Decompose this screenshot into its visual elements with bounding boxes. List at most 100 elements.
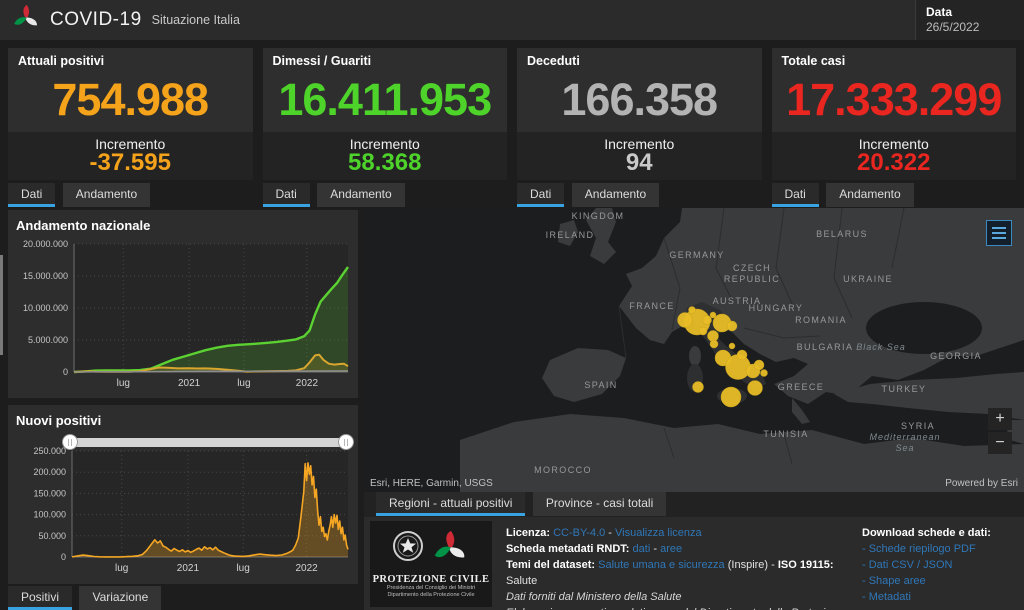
tab-regioni-attuali-positivi[interactable]: Regioni - attuali positivi — [376, 492, 526, 516]
protezione-civile-logo-block: PROTEZIONE CIVILE Presidenza del Consigl… — [370, 521, 492, 607]
metadata-dati-link[interactable]: dati — [633, 543, 651, 555]
theme-label: Temi del dataset: — [506, 559, 596, 571]
x-tick-label: lug — [117, 378, 130, 389]
card-value: 166.358 — [561, 74, 718, 125]
tab-andamento-totale[interactable]: Andamento — [826, 183, 914, 207]
europe-map[interactable]: KINGDOM IRELAND GERMANY CZECH REPUBLIC BELARU… — [364, 208, 1024, 492]
card-title: Attuali positivi — [18, 54, 105, 68]
y-tick-label: 200.000 — [33, 467, 66, 477]
map-zoom-in-button[interactable]: + — [988, 408, 1012, 430]
metadata-aree-link[interactable]: aree — [660, 543, 682, 555]
legend-button[interactable] — [986, 220, 1012, 246]
esri-credit: Powered by Esri — [945, 478, 1018, 489]
card-title: Deceduti — [527, 54, 580, 68]
x-tick-label: 2021 — [178, 378, 201, 389]
card-title: Dimessi / Guariti — [272, 54, 372, 68]
y-tick-label: 100.000 — [33, 510, 66, 520]
region-bubble[interactable] — [702, 315, 712, 325]
card-deceduti: Deceduti 166.358 Incremento 94 — [517, 48, 762, 180]
x-tick-label: lug — [236, 563, 249, 574]
scrollbar-thumb[interactable] — [0, 255, 3, 355]
header-bar: COVID-19 Situazione Italia Data 26/5/202… — [0, 0, 1024, 40]
region-bubble[interactable] — [720, 386, 742, 408]
italy-emblem-icon — [393, 531, 423, 561]
region-bubble[interactable] — [760, 369, 768, 377]
download-metadati-link[interactable]: - Metadati — [862, 589, 1020, 605]
download-title: Download schede e dati: — [862, 527, 991, 539]
download-shape-link[interactable]: - Shape aree — [862, 573, 1020, 589]
nuovi-positivi-chart[interactable]: 0 50.000 100.000 150.000 200.000 250.000 lug 20… — [10, 433, 356, 583]
region-bubble[interactable] — [726, 320, 738, 332]
y-tick-label: 0 — [61, 552, 66, 562]
footer-logos — [393, 531, 465, 561]
tab-dati-attuali[interactable]: Dati — [8, 183, 56, 207]
region-bubble[interactable] — [709, 311, 717, 319]
legend-list-icon — [992, 227, 1006, 239]
slider-handle-left[interactable] — [62, 434, 78, 450]
increment-value: -37.595 — [89, 149, 171, 176]
region-bubble[interactable] — [688, 306, 696, 314]
tab-dati-guariti[interactable]: Dati — [262, 183, 310, 207]
region-bubble[interactable] — [709, 339, 719, 349]
org-name: PROTEZIONE CIVILE — [372, 574, 490, 585]
region-bubble[interactable] — [753, 359, 765, 371]
org-sub2: Dipartimento della Protezione Civile — [387, 592, 475, 598]
tab-province-casi-totali[interactable]: Province - casi totali — [532, 492, 667, 516]
dashboard: COVID-19 Situazione Italia Data 26/5/202… — [0, 0, 1024, 610]
andamento-nazionale-chart[interactable]: 0 5.000.000 10.000.000 15.000.000 20.000.000… — [10, 234, 356, 396]
x-tick-label: 2022 — [295, 563, 318, 574]
card-value: 754.988 — [52, 74, 209, 125]
panel-nuovi-positivi: Nuovi positivi 0 50.000 100.000 150.000 200.… — [8, 405, 358, 584]
time-range-slider[interactable] — [62, 434, 354, 450]
region-bubble[interactable] — [677, 312, 693, 328]
region-bubble[interactable] — [736, 349, 748, 361]
license-label: Licenza: — [506, 527, 551, 539]
x-tick-label: lug — [237, 378, 250, 389]
date-value: 26/5/2022 — [926, 20, 980, 34]
map-tab-row: Regioni - attuali positivi Province - ca… — [364, 492, 1024, 517]
tab-andamento-attuali[interactable]: Andamento — [62, 183, 151, 207]
tab-andamento-deceduti[interactable]: Andamento — [571, 183, 660, 207]
tab-positivi[interactable]: Positivi — [8, 586, 73, 610]
x-tick-label: 2022 — [296, 378, 319, 389]
tab-andamento-guariti[interactable]: Andamento — [317, 183, 405, 207]
protezione-civile-icon — [434, 531, 465, 558]
theme-link[interactable]: Salute umana e sicurezza — [598, 559, 725, 571]
region-bubble[interactable] — [692, 381, 704, 393]
region-bubble[interactable] — [747, 380, 763, 396]
region-bubble[interactable] — [698, 326, 708, 336]
y-tick-label: 10.000.000 — [23, 303, 68, 313]
downloads: Download schede e dati: - Schede riepilo… — [856, 517, 1024, 610]
download-csv-json-link[interactable]: - Dati CSV / JSON — [862, 557, 1020, 573]
map-zoom-out-button[interactable]: − — [988, 432, 1012, 454]
increment-value: 20.322 — [857, 149, 931, 176]
map-attribution: Esri, HERE, Garmin, USGS — [370, 478, 493, 489]
download-pdf-link[interactable]: - Schede riepilogo PDF — [862, 541, 1020, 557]
license-view-link[interactable]: Visualizza licenza — [615, 527, 702, 539]
y-tick-label: 15.000.000 — [23, 271, 68, 281]
tab-dati-totale[interactable]: Dati — [771, 183, 819, 207]
license-link[interactable]: CC-BY-4.0 — [553, 527, 605, 539]
y-tick-label: 50.000 — [38, 531, 66, 541]
source-line: Dati forniti dal Ministero della Salute — [506, 591, 682, 603]
org-sub1: Presidenza del Consiglio dei Ministri — [386, 585, 476, 591]
land-corsica — [689, 346, 701, 366]
region-bubble[interactable] — [707, 330, 719, 342]
x-tick-label: lug — [115, 563, 128, 574]
map-canvas — [364, 208, 1024, 492]
region-bubble[interactable] — [728, 342, 736, 350]
metadata-label: Scheda metadati RNDT: — [506, 543, 630, 555]
y-tick-label: 20.000.000 — [23, 239, 68, 249]
tab-dati-deceduti[interactable]: Dati — [517, 183, 565, 207]
panel-andamento-nazionale: Andamento nazionale 0 5.000.000 10.000.000… — [8, 210, 358, 398]
dataset-info: Licenza: CC-BY-4.0 - Visualizza licenza … — [492, 517, 856, 610]
y-tick-label: 250.000 — [33, 446, 66, 456]
x-tick-label: 2021 — [177, 563, 200, 574]
y-tick-label: 0 — [63, 367, 68, 377]
app-title: COVID-19 — [50, 9, 142, 30]
tab-variazione[interactable]: Variazione — [79, 586, 162, 610]
y-tick-label: 150.000 — [33, 488, 66, 498]
black-sea — [866, 302, 982, 354]
protezione-civile-logo-icon — [12, 4, 40, 37]
slider-handle-right[interactable] — [338, 434, 354, 450]
